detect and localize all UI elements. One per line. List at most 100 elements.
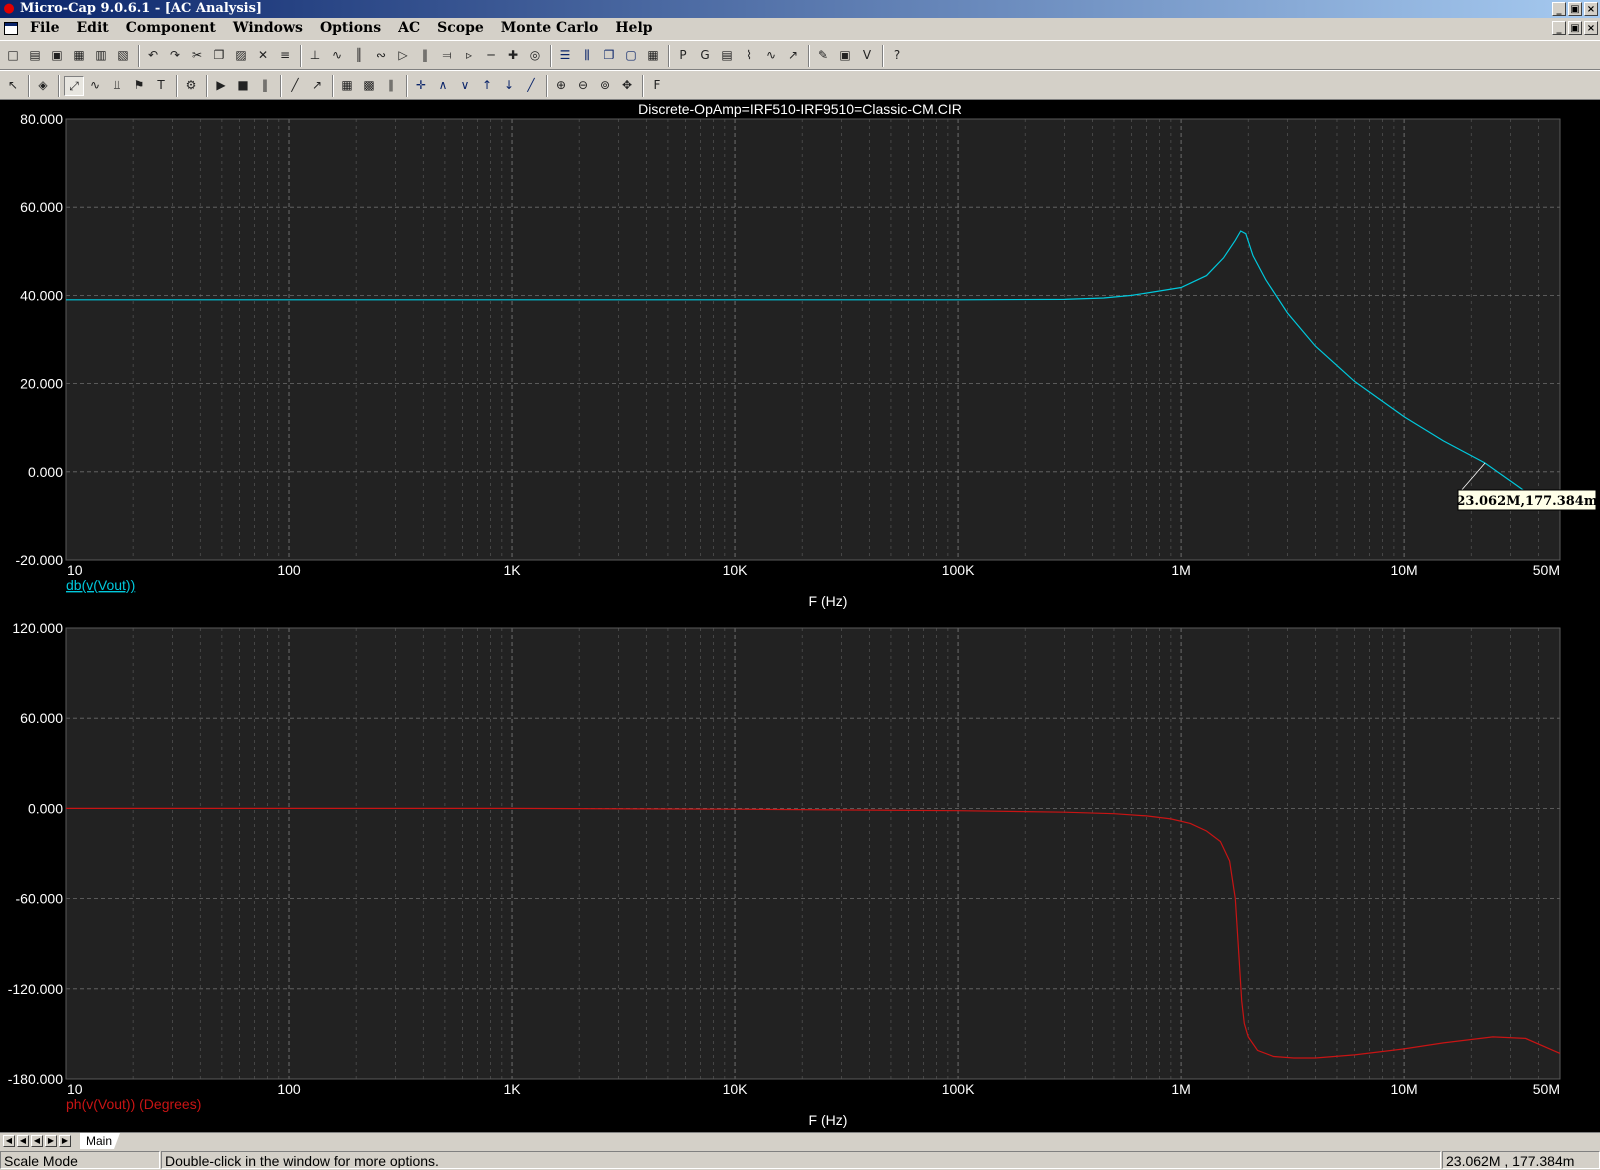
close-icon[interactable]: ×	[1584, 2, 1598, 16]
peak-icon[interactable]: ∧	[434, 76, 452, 94]
series-label[interactable]: db(v(Vout))	[66, 577, 135, 593]
resistor-icon[interactable]: ∿	[328, 46, 346, 64]
delete-icon[interactable]: ✕	[254, 46, 272, 64]
minor-grid-icon[interactable]: ▩	[360, 76, 378, 94]
p-key-icon[interactable]: P	[674, 46, 692, 64]
source-icon[interactable]: ◎	[526, 46, 544, 64]
menu-options[interactable]: Options	[320, 20, 381, 36]
save-icon[interactable]: ▣	[48, 46, 66, 64]
line-icon[interactable]: ╱	[286, 76, 304, 94]
magnitude-panel[interactable]: 80.000 60.000 40.000 20.000 0.000 -20.00010 10…	[16, 111, 1598, 609]
tag-icon[interactable]: ⚑	[130, 76, 148, 94]
table-icon[interactable]: ▤	[718, 46, 736, 64]
help-icon[interactable]: ?	[888, 46, 906, 64]
inductor-icon[interactable]: ∾	[372, 46, 390, 64]
capacitor-icon[interactable]: ║	[350, 46, 368, 64]
tile-vertical-icon[interactable]: ⫼	[578, 46, 596, 64]
last-tab-icon[interactable]: ▶	[59, 1135, 71, 1147]
calculator-icon[interactable]: ▦	[644, 46, 662, 64]
menu-monte-carlo[interactable]: Monte Carlo	[501, 20, 599, 36]
window-icon[interactable]: ▢	[622, 46, 640, 64]
child-minimize-icon[interactable]: _	[1552, 21, 1566, 35]
cursor-icon[interactable]: ✛	[412, 76, 430, 94]
text-icon[interactable]: T	[152, 76, 170, 94]
copy-icon[interactable]: ❐	[210, 46, 228, 64]
f-key-icon[interactable]: F	[648, 76, 666, 94]
print-preview-icon[interactable]: ▧	[114, 46, 132, 64]
g-key-icon[interactable]: G	[696, 46, 714, 64]
open-icon[interactable]: ▤	[26, 46, 44, 64]
cursor-tag-label: 23.062M,177.384m	[1456, 494, 1597, 509]
component-icon[interactable]: ◈	[34, 76, 52, 94]
menu-edit[interactable]: Edit	[76, 20, 108, 36]
x-tick-label: 50M	[1533, 1081, 1560, 1097]
high-icon[interactable]: ↑	[478, 76, 496, 94]
stop-icon[interactable]: ■	[234, 76, 252, 94]
plot-svg[interactable]: Discrete-OpAmp=IRF510-IRF9510=Classic-CM…	[0, 100, 1600, 1132]
menu-windows[interactable]: Windows	[233, 20, 303, 36]
run-icon[interactable]: ▶	[212, 76, 230, 94]
child-restore-icon[interactable]: ▣	[1568, 21, 1582, 35]
slope-icon[interactable]: ╱	[522, 76, 540, 94]
cut-icon[interactable]: ✂	[188, 46, 206, 64]
plot-area[interactable]: Discrete-OpAmp=IRF510-IRF9510=Classic-CM…	[0, 100, 1600, 1132]
axis-icon[interactable]: ⫫	[108, 76, 126, 94]
menu-ac[interactable]: AC	[398, 20, 420, 36]
cascade-icon[interactable]: ❐	[600, 46, 618, 64]
series-label[interactable]: ph(v(Vout)) (Degrees)	[66, 1096, 201, 1112]
bars-icon[interactable]: ∥	[382, 76, 400, 94]
probe-icon[interactable]: ↗	[784, 46, 802, 64]
plot-background[interactable]	[66, 119, 1560, 560]
zoom-fit-icon[interactable]: ⊚	[596, 76, 614, 94]
ground-icon[interactable]: ⊥	[306, 46, 324, 64]
first-tab-icon[interactable]: ◀	[3, 1135, 15, 1147]
low-icon[interactable]: ↓	[500, 76, 518, 94]
zoom-out-icon[interactable]: ⊖	[574, 76, 592, 94]
paste-icon[interactable]: ▨	[232, 46, 250, 64]
next-tab-icon[interactable]: ▶	[45, 1135, 57, 1147]
variables-icon[interactable]: V	[858, 46, 876, 64]
transistor-icon[interactable]: ⫤	[438, 46, 456, 64]
phase-panel[interactable]: 120.000 60.000 0.000 -60.000 -120.000 -180.00…	[8, 620, 1561, 1128]
menu-file[interactable]: File	[30, 20, 59, 36]
tab-main[interactable]: Main	[80, 1133, 121, 1149]
opamp-icon[interactable]: ▹	[460, 46, 478, 64]
properties-icon[interactable]: ⚙	[182, 76, 200, 94]
scale-icon[interactable]: ⤢	[64, 76, 84, 96]
battery-icon[interactable]: ‖	[416, 46, 434, 64]
diagonal-icon[interactable]: ↗	[308, 76, 326, 94]
plot-background[interactable]	[66, 628, 1560, 1079]
wave-icon[interactable]: ∿	[762, 46, 780, 64]
redo-icon[interactable]: ↷	[166, 46, 184, 64]
minimize-icon[interactable]: _	[1552, 2, 1566, 16]
junction-icon[interactable]: ✚	[504, 46, 522, 64]
select-all-icon[interactable]: ≡	[276, 46, 294, 64]
new-icon[interactable]: □	[4, 46, 22, 64]
y-tick-label: 120.000	[12, 620, 63, 636]
tile-horizontal-icon[interactable]: ☰	[556, 46, 574, 64]
pause-icon[interactable]: ‖	[256, 76, 274, 94]
diode-icon[interactable]: ▷	[394, 46, 412, 64]
wire-icon[interactable]: ─	[482, 46, 500, 64]
bode-icon[interactable]: ⌇	[740, 46, 758, 64]
pointer-icon[interactable]: ↖	[4, 76, 22, 94]
undo-icon[interactable]: ↶	[144, 46, 162, 64]
zoom-in-icon[interactable]: ⊕	[552, 76, 570, 94]
menu-component[interactable]: Component	[126, 20, 216, 36]
restore-icon[interactable]: ▣	[1568, 2, 1582, 16]
menu-help[interactable]: Help	[615, 20, 652, 36]
pen-icon[interactable]: ✎	[814, 46, 832, 64]
prev-tab-icon[interactable]: ◀	[17, 1135, 29, 1147]
save-all-icon[interactable]: ▦	[70, 46, 88, 64]
x-axis-label: F (Hz)	[809, 593, 848, 609]
scope-icon[interactable]: ▣	[836, 46, 854, 64]
valley-icon[interactable]: ∨	[456, 76, 474, 94]
graph-icon[interactable]: ∿	[86, 76, 104, 94]
grid-icon[interactable]: ▦	[338, 76, 356, 94]
document-icon[interactable]	[4, 22, 18, 35]
pan-icon[interactable]: ✥	[618, 76, 636, 94]
child-close-icon[interactable]: ×	[1584, 21, 1598, 35]
back-tab-icon[interactable]: ◀	[31, 1135, 43, 1147]
print-icon[interactable]: ▥	[92, 46, 110, 64]
menu-scope[interactable]: Scope	[437, 20, 484, 36]
